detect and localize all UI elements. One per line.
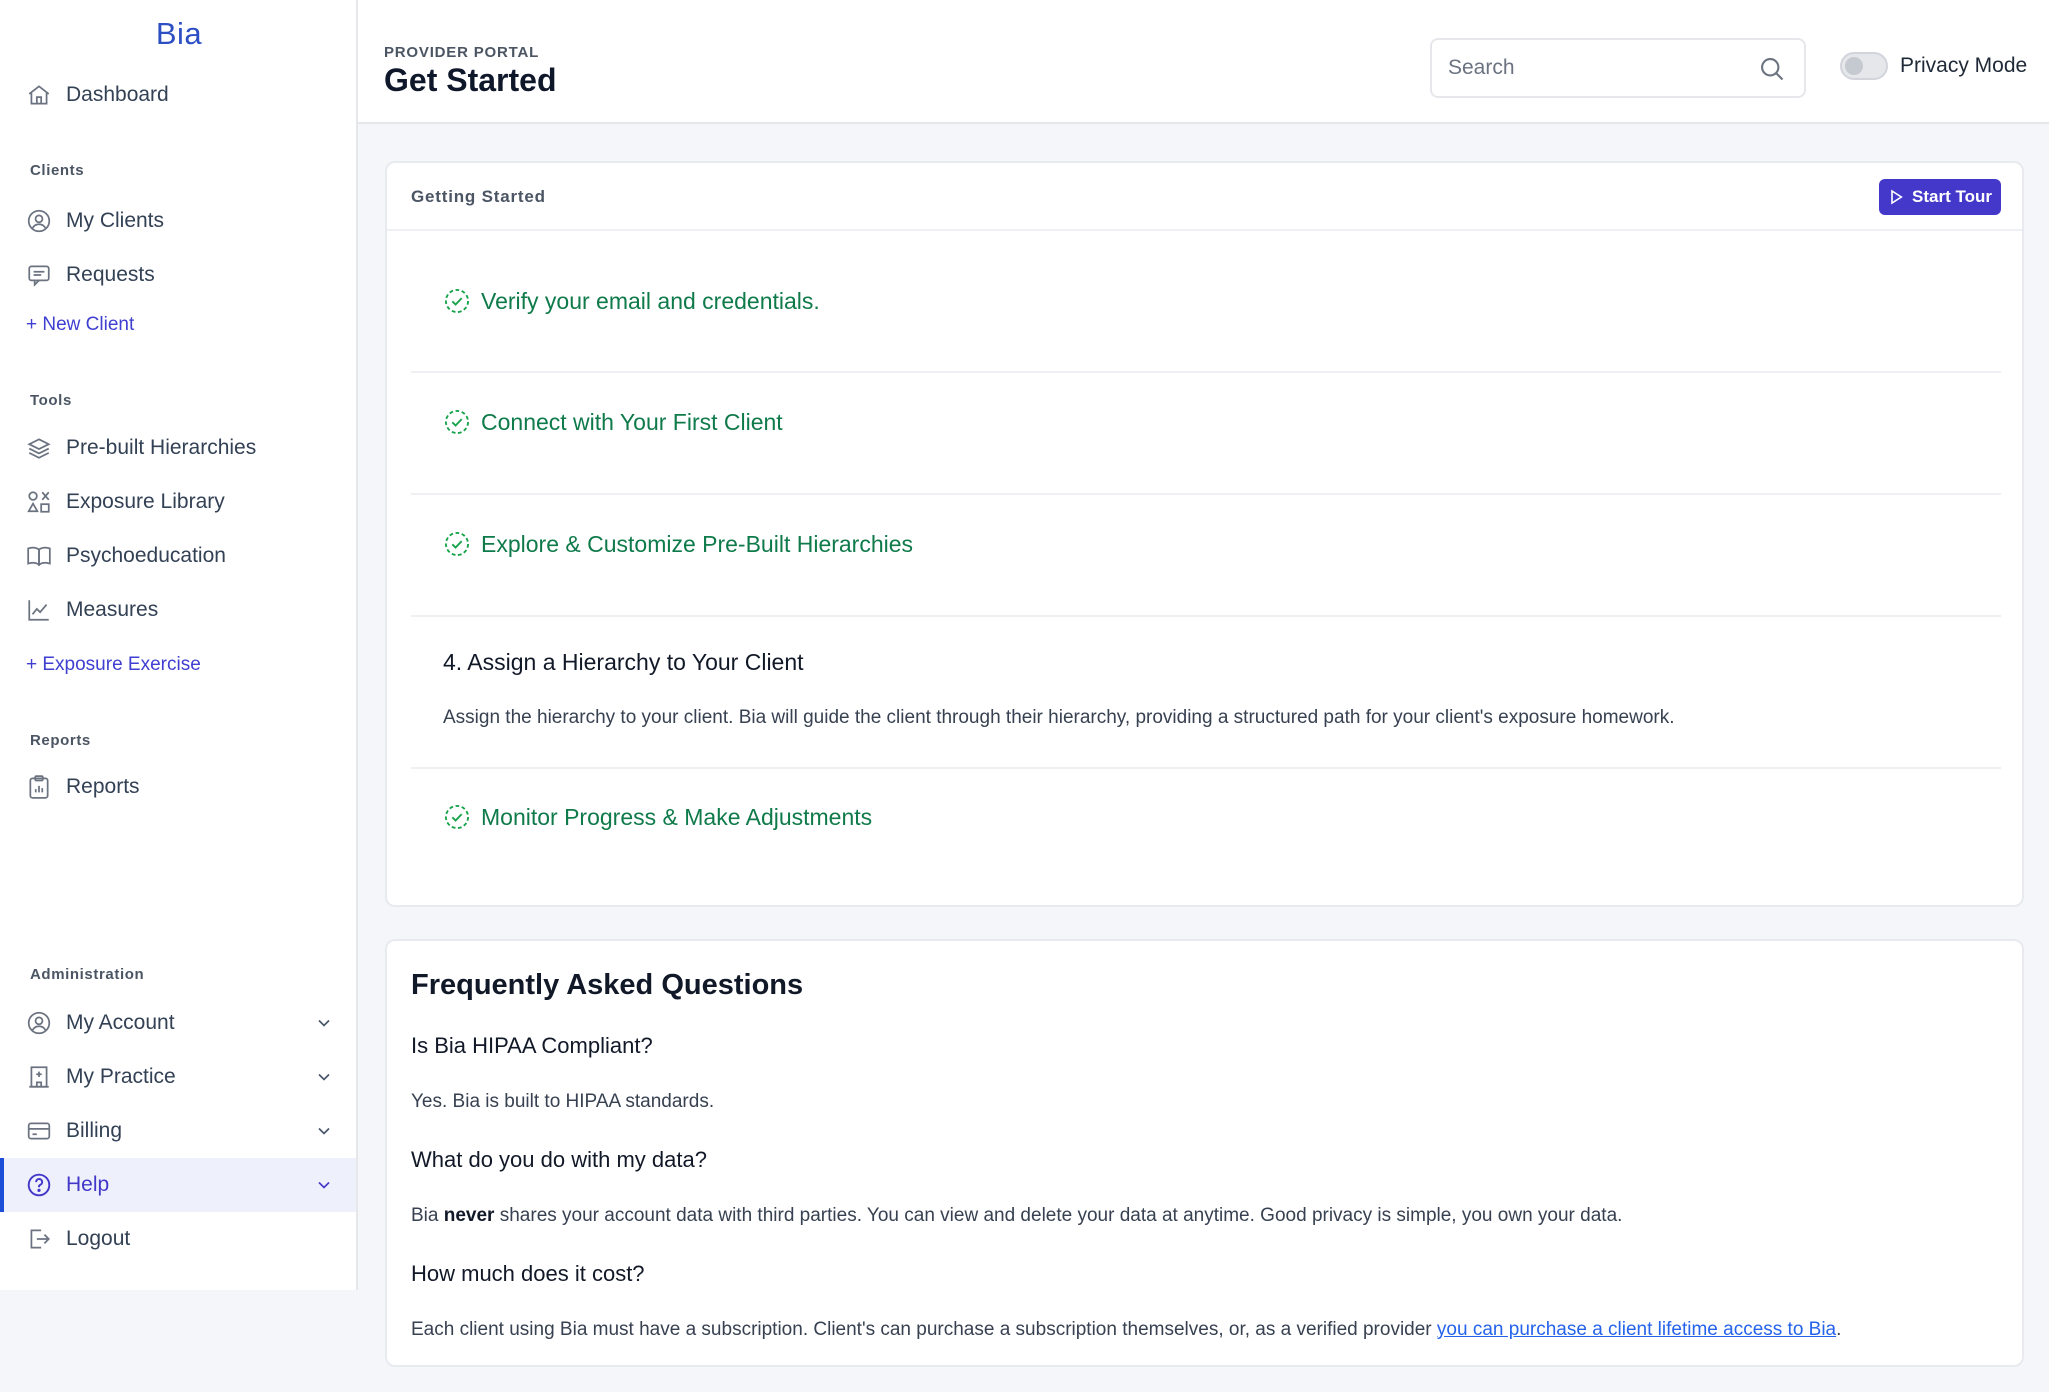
sidebar-item-reports[interactable]: Reports xyxy=(0,760,356,814)
getting-started-title: Getting Started xyxy=(411,187,546,206)
step-verify-email[interactable]: Verify your email and credentials. xyxy=(443,287,820,315)
getting-started-card: Getting Started Start Tour Verify your e… xyxy=(385,161,2024,907)
step-label: Connect with Your First Client xyxy=(481,408,783,435)
section-tools: Tools xyxy=(30,392,72,409)
answer-text: Each client using Bia must have a subscr… xyxy=(411,1319,1437,1340)
faq-answer: Each client using Bia must have a subscr… xyxy=(411,1319,1841,1341)
sidebar-item-dashboard[interactable]: Dashboard xyxy=(0,68,356,122)
check-circle-dashed-icon xyxy=(444,804,470,830)
line-chart-icon xyxy=(26,597,52,623)
sidebar-item-label: My Account xyxy=(66,1011,175,1034)
app-root: Bia Dashboard Clients My Clients Request… xyxy=(0,0,2049,1392)
play-icon xyxy=(1891,189,1903,205)
answer-text: . xyxy=(1836,1319,1842,1340)
divider xyxy=(411,615,2001,617)
faq-card: Frequently Asked Questions Is Bia HIPAA … xyxy=(385,939,2024,1367)
step-connect-client[interactable]: Connect with Your First Client xyxy=(443,408,783,436)
sidebar-item-logout[interactable]: Logout xyxy=(0,1212,356,1266)
start-tour-button[interactable]: Start Tour xyxy=(1879,179,2001,215)
faq-title: Frequently Asked Questions xyxy=(411,969,804,1001)
search-box xyxy=(1430,38,1806,98)
section-administration: Administration xyxy=(30,966,145,983)
lifetime-access-link[interactable]: you can purchase a client lifetime acces… xyxy=(1437,1319,1836,1340)
shapes-icon xyxy=(26,489,52,515)
sidebar-item-my-clients[interactable]: My Clients xyxy=(0,194,356,248)
sidebar-item-label: Help xyxy=(66,1173,110,1196)
sidebar-item-label: Dashboard xyxy=(66,83,169,106)
new-exposure-exercise-link[interactable]: + Exposure Exercise xyxy=(26,654,201,676)
search-icon[interactable] xyxy=(1758,55,1786,83)
building-icon xyxy=(26,1064,52,1090)
divider xyxy=(387,229,2022,231)
top-header: PROVIDER PORTAL Get Started Privacy Mode xyxy=(358,0,2049,124)
user-circle-icon xyxy=(26,208,52,234)
divider xyxy=(411,371,2001,373)
sidebar-item-label: Reports xyxy=(66,775,140,798)
sidebar-item-prebuilt-hierarchies[interactable]: Pre-built Hierarchies xyxy=(0,421,356,475)
check-circle-dashed-icon xyxy=(444,531,470,557)
sidebar-item-exposure-library[interactable]: Exposure Library xyxy=(0,475,356,529)
step-label: Explore & Customize Pre-Built Hierarchie… xyxy=(481,530,914,557)
section-clients: Clients xyxy=(30,162,85,179)
sidebar-item-label: Psychoeducation xyxy=(66,544,226,567)
sidebar-item-my-account[interactable]: My Account xyxy=(0,996,356,1050)
chat-icon xyxy=(26,262,52,288)
sidebar-item-label: Logout xyxy=(66,1227,131,1250)
portal-label: PROVIDER PORTAL xyxy=(384,44,540,61)
home-icon xyxy=(26,82,52,108)
chevron-down-icon[interactable] xyxy=(314,1121,334,1141)
chevron-down-icon[interactable] xyxy=(314,1067,334,1087)
sidebar-item-label: Billing xyxy=(66,1119,123,1142)
faq-question: Is Bia HIPAA Compliant? xyxy=(411,1033,653,1058)
logout-icon xyxy=(26,1226,52,1252)
chevron-down-icon[interactable] xyxy=(314,1175,334,1195)
check-circle-dashed-icon xyxy=(444,288,470,314)
book-icon xyxy=(26,543,52,569)
step-label: Verify your email and credentials. xyxy=(481,287,820,314)
answer-text: Bia xyxy=(411,1205,444,1226)
sidebar-item-my-practice[interactable]: My Practice xyxy=(0,1050,356,1104)
privacy-mode-toggle[interactable] xyxy=(1840,52,1888,80)
step-explore-hierarchies[interactable]: Explore & Customize Pre-Built Hierarchie… xyxy=(443,530,913,558)
sidebar-item-label: Measures xyxy=(66,598,159,621)
user-circle-icon xyxy=(26,1010,52,1036)
sidebar-item-billing[interactable]: Billing xyxy=(0,1104,356,1158)
toggle-knob xyxy=(1845,57,1863,75)
sidebar-item-label: My Practice xyxy=(66,1065,176,1088)
section-reports: Reports xyxy=(30,732,91,749)
faq-answer: Yes. Bia is built to HIPAA standards. xyxy=(411,1091,715,1112)
sidebar-item-measures[interactable]: Measures xyxy=(0,583,356,637)
sidebar-item-label: My Clients xyxy=(66,209,165,232)
credit-card-icon xyxy=(26,1118,52,1144)
check-circle-dashed-icon xyxy=(444,409,470,435)
divider xyxy=(411,767,2001,769)
step-monitor-progress[interactable]: Monitor Progress & Make Adjustments xyxy=(443,803,872,831)
sidebar-item-requests[interactable]: Requests xyxy=(0,248,356,302)
faq-question: How much does it cost? xyxy=(411,1261,645,1286)
chevron-down-icon[interactable] xyxy=(314,1013,334,1033)
search-input[interactable] xyxy=(1448,52,1748,84)
help-circle-icon xyxy=(26,1172,52,1198)
sidebar-item-label: Requests xyxy=(66,263,155,286)
step-label: Monitor Progress & Make Adjustments xyxy=(481,803,873,830)
layers-icon xyxy=(26,435,52,461)
sidebar-item-help[interactable]: Help xyxy=(0,1158,356,1212)
faq-answer: Bia never shares your account data with … xyxy=(411,1205,1622,1227)
sidebar-item-label: Exposure Library xyxy=(66,490,225,513)
sidebar-item-psychoeducation[interactable]: Psychoeducation xyxy=(0,529,356,583)
answer-emphasis: never xyxy=(443,1205,495,1226)
page-title: Get Started xyxy=(384,62,557,98)
step-assign-hierarchy-title[interactable]: 4. Assign a Hierarchy to Your Client xyxy=(443,649,804,676)
clipboard-icon xyxy=(26,774,52,800)
privacy-mode-label: Privacy Mode xyxy=(1900,54,2028,77)
start-tour-label: Start Tour xyxy=(1912,187,1992,206)
step-assign-hierarchy-description: Assign the hierarchy to your client. Bia… xyxy=(443,707,1675,728)
answer-text: shares your account data with third part… xyxy=(494,1205,1623,1226)
new-client-link[interactable]: + New Client xyxy=(26,314,134,336)
brand-logo[interactable]: Bia xyxy=(0,16,358,52)
divider xyxy=(411,493,2001,495)
faq-question: What do you do with my data? xyxy=(411,1147,707,1172)
sidebar-item-label: Pre-built Hierarchies xyxy=(66,436,257,459)
sidebar: Bia Dashboard Clients My Clients Request… xyxy=(0,0,358,1290)
